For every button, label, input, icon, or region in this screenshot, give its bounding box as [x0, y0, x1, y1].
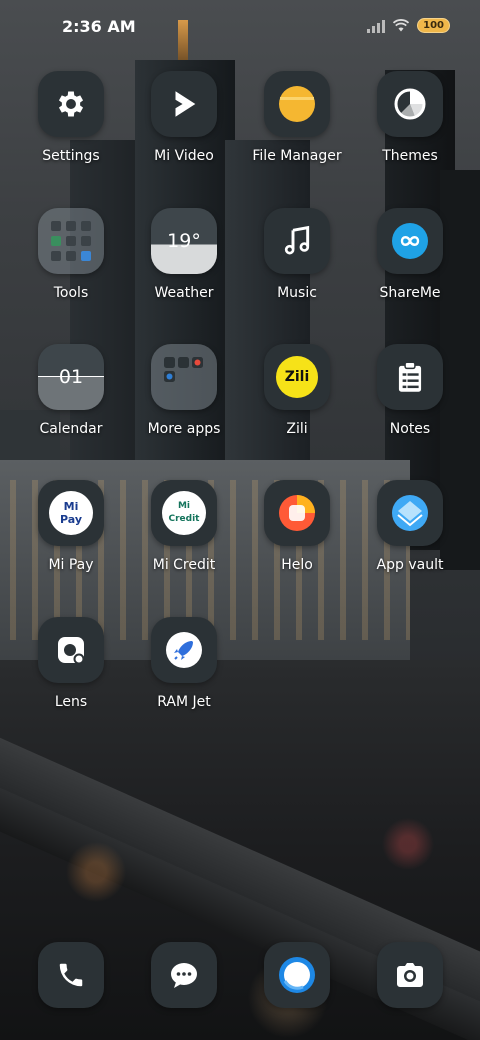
status-time: 2:36 AM [62, 17, 136, 36]
app-label: File Manager [252, 148, 342, 164]
app-label: Helo [281, 557, 313, 573]
lens-icon [58, 637, 85, 665]
helo-icon [279, 495, 315, 531]
clipboard-icon [398, 361, 422, 392]
folder-icon [279, 86, 315, 122]
apps-folder-icon [164, 357, 203, 382]
app-vault-icon [392, 495, 428, 531]
weather-icon: 19° [167, 230, 201, 252]
play-icon [175, 91, 196, 117]
dock-camera[interactable] [354, 942, 466, 1008]
wifi-icon [393, 19, 410, 32]
message-icon [171, 963, 197, 988]
app-mi-credit[interactable]: Mi Credit Mi Credit [128, 480, 240, 573]
app-lens[interactable]: Lens [15, 617, 127, 710]
app-label: Settings [42, 148, 100, 164]
signal-icon [367, 19, 386, 33]
app-shareme[interactable]: ShareMe [354, 208, 466, 301]
app-file-manager[interactable]: File Manager [241, 71, 353, 164]
dock-messages[interactable] [128, 942, 240, 1008]
app-more-apps[interactable]: More apps [128, 344, 240, 437]
app-label: Notes [389, 421, 431, 437]
app-label: Mi Pay [48, 557, 94, 573]
app-zili[interactable]: Zili Zili [241, 344, 353, 437]
app-label: Calendar [39, 421, 103, 437]
app-label: App vault [376, 557, 444, 573]
app-label: Tools [53, 285, 89, 301]
app-themes[interactable]: Themes [354, 71, 466, 164]
app-music[interactable]: Music [241, 208, 353, 301]
browser-icon [279, 957, 315, 993]
app-label: ShareMe [379, 285, 441, 301]
music-note-icon [284, 225, 310, 255]
phone-icon [59, 963, 83, 987]
app-label: Mi Video [154, 148, 214, 164]
app-grid: Settings Mi Video File Manager Themes To… [0, 0, 480, 1040]
camera-icon [397, 963, 423, 987]
zili-icon: Zili [276, 356, 318, 398]
rocket-icon [166, 632, 202, 668]
app-mi-pay[interactable]: Mi Pay Mi Pay [15, 480, 127, 573]
app-weather[interactable]: 19° Weather [128, 208, 240, 301]
dock-browser[interactable] [241, 942, 353, 1008]
app-label: Lens [54, 694, 88, 710]
app-label: RAM Jet [157, 694, 211, 710]
app-calendar[interactable]: 01 Calendar [15, 344, 127, 437]
app-label: Music [277, 285, 317, 301]
app-helo[interactable]: Helo [241, 480, 353, 573]
dock-phone[interactable] [15, 942, 127, 1008]
app-notes[interactable]: Notes [354, 344, 466, 437]
app-label: Mi Credit [152, 557, 216, 573]
app-mi-video[interactable]: Mi Video [128, 71, 240, 164]
themes-icon [394, 88, 426, 120]
app-label: Zili [286, 421, 308, 437]
calendar-icon: 01 [58, 366, 84, 388]
infinity-icon [392, 223, 428, 259]
app-label: More apps [147, 421, 221, 437]
mi-pay-icon: Mi Pay [49, 491, 93, 535]
status-bar: 2:36 AM 100 [0, 0, 480, 56]
gear-icon [58, 91, 84, 117]
battery-icon: 100 [417, 18, 450, 33]
app-settings[interactable]: Settings [15, 71, 127, 164]
app-label: Themes [382, 148, 438, 164]
mi-credit-icon: Mi Credit [162, 491, 206, 535]
tools-folder-icon [51, 221, 91, 261]
app-tools[interactable]: Tools [15, 208, 127, 301]
app-label: Weather [154, 285, 214, 301]
app-ram-jet[interactable]: RAM Jet [128, 617, 240, 710]
app-app-vault[interactable]: App vault [354, 480, 466, 573]
